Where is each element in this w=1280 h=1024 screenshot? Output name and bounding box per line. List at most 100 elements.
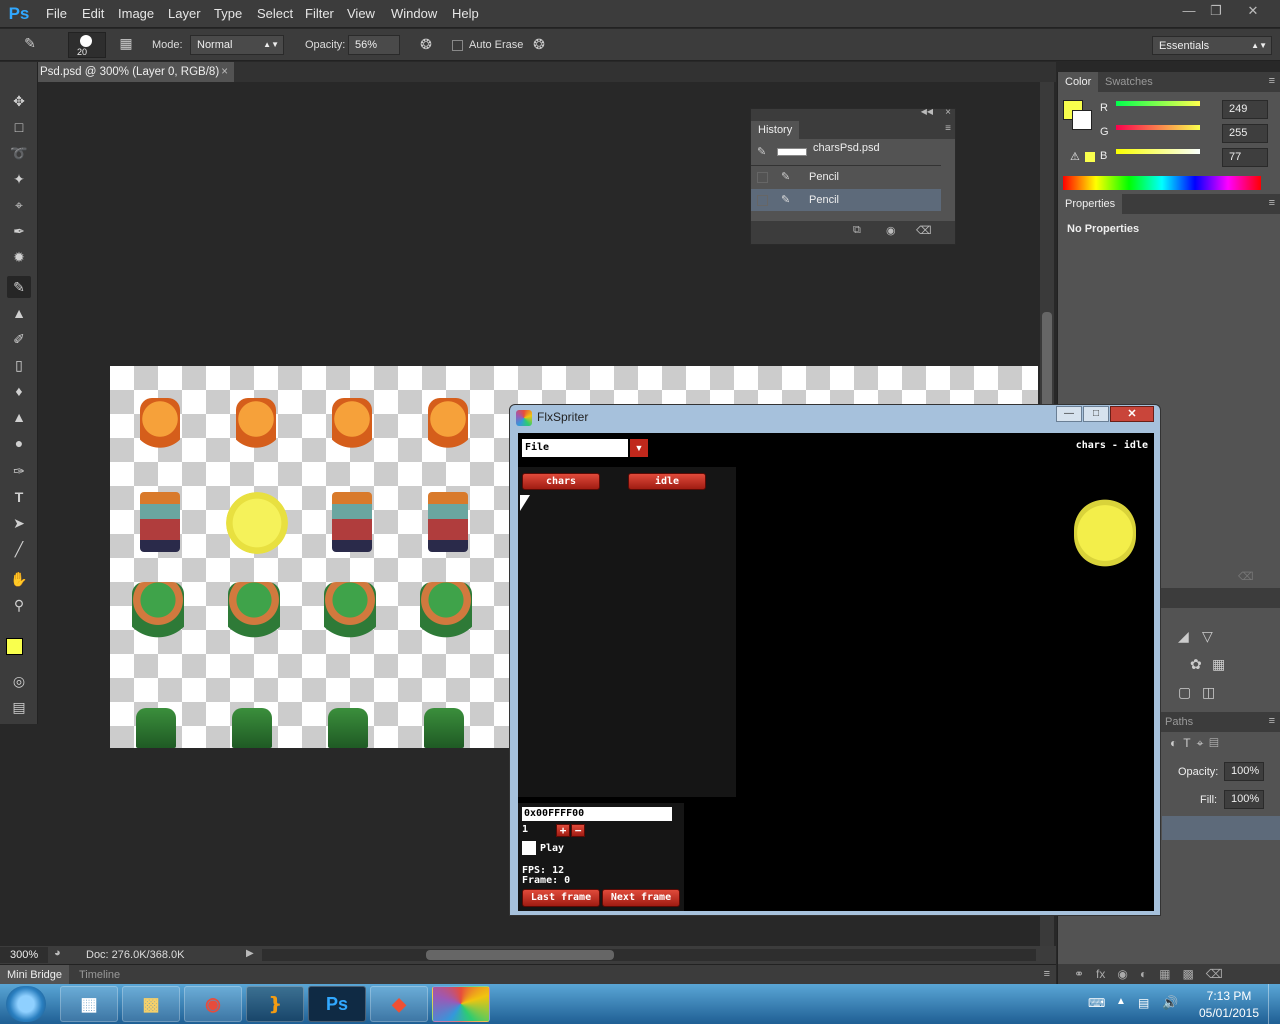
- blur-tool-icon[interactable]: ▲: [7, 406, 31, 428]
- layers-footer-icons[interactable]: ⚭ fx ◉ ◐ ▦ ▩ ⌫: [1058, 964, 1280, 984]
- layer-fill-input[interactable]: 100%: [1224, 790, 1264, 809]
- history-tab[interactable]: History: [751, 121, 800, 139]
- menu-select[interactable]: Select: [257, 6, 293, 21]
- minimize-icon[interactable]: —: [1056, 406, 1082, 422]
- volume-icon[interactable]: 🔊: [1162, 995, 1178, 1011]
- panel-menu-icon[interactable]: ≡: [1044, 968, 1050, 980]
- healing-brush-tool-icon[interactable]: ✹: [7, 246, 31, 268]
- lasso-tool-icon[interactable]: ➰: [7, 142, 31, 164]
- panel-menu-icon[interactable]: ≡: [1269, 75, 1275, 87]
- panel-menu-icon[interactable]: ≡: [1269, 197, 1275, 209]
- zoom-tool-icon[interactable]: ⚲: [7, 594, 31, 616]
- restore-icon[interactable]: ❐: [1203, 2, 1229, 20]
- line-tool-icon[interactable]: ╱: [7, 538, 31, 560]
- g-input[interactable]: 255: [1222, 124, 1268, 143]
- window-titlebar[interactable]: FlxSpriter — □ ✕: [510, 405, 1160, 431]
- type-tool-icon[interactable]: T: [7, 486, 31, 508]
- layer-opacity-input[interactable]: 100%: [1224, 762, 1264, 781]
- menu-type[interactable]: Type: [214, 6, 242, 21]
- play-checkbox[interactable]: [522, 841, 536, 855]
- tab-properties[interactable]: Properties: [1058, 194, 1123, 214]
- marquee-tool-icon[interactable]: □: [7, 116, 31, 138]
- camera-icon[interactable]: ◉: [886, 224, 896, 237]
- flashdevelop-icon[interactable]: ❵: [246, 986, 304, 1022]
- file-dropdown[interactable]: File: [522, 439, 628, 457]
- b-input[interactable]: 77: [1222, 148, 1268, 167]
- photoshop-taskbar-icon[interactable]: Ps: [308, 986, 366, 1022]
- tab-color[interactable]: Color: [1058, 72, 1099, 92]
- keyboard-icon[interactable]: ⌨: [1088, 996, 1105, 1010]
- history-source-checkbox[interactable]: [757, 172, 768, 183]
- eyedropper-tool-icon[interactable]: ✒: [7, 220, 31, 242]
- brush-panel-icon[interactable]: ▦: [116, 35, 136, 52]
- hand-tool-icon[interactable]: ✋: [7, 568, 31, 590]
- move-tool-icon[interactable]: ✥: [7, 90, 31, 112]
- dodge-tool-icon[interactable]: ●: [7, 432, 31, 454]
- start-button[interactable]: [6, 986, 46, 1022]
- foreground-color-swatch[interactable]: [6, 638, 23, 655]
- auto-erase-checkbox[interactable]: [452, 40, 463, 51]
- paint-bucket-tool-icon[interactable]: ♦: [7, 380, 31, 402]
- history-source-checkbox[interactable]: [757, 195, 768, 206]
- clock-time[interactable]: 7:13 PM: [1196, 989, 1262, 1003]
- scrollbar-thumb[interactable]: [426, 950, 614, 960]
- last-frame-button[interactable]: Last frame: [522, 889, 600, 907]
- mode-select[interactable]: Normal ▲▼: [190, 35, 284, 55]
- history-step[interactable]: ✎ Pencil: [751, 166, 941, 188]
- color-ramp[interactable]: [1063, 176, 1261, 190]
- increment-button[interactable]: +: [556, 824, 570, 837]
- chevron-down-icon[interactable]: ▼: [630, 439, 648, 457]
- color-lookup-icon[interactable]: ▦: [1212, 656, 1225, 673]
- chars-button[interactable]: chars: [522, 473, 600, 490]
- gradient-map-icon[interactable]: ◢: [1178, 628, 1189, 645]
- pressure-opacity-icon[interactable]: ❂: [416, 36, 436, 53]
- color-input[interactable]: 0x00FFFF00: [522, 807, 672, 821]
- screen-mode-icon[interactable]: ▤: [7, 696, 31, 718]
- menu-view[interactable]: View: [347, 6, 375, 21]
- quick-mask-icon[interactable]: ◎: [7, 670, 31, 692]
- collapse-icon[interactable]: ◀◀: [921, 107, 933, 116]
- gamut-swatch[interactable]: [1085, 152, 1095, 162]
- metro-app-icon[interactable]: ▦: [60, 986, 118, 1022]
- history-brush-tool-icon[interactable]: ✐: [7, 328, 31, 350]
- menu-filter[interactable]: Filter: [305, 6, 334, 21]
- r-input[interactable]: 249: [1222, 100, 1268, 119]
- close-icon[interactable]: ✕: [1240, 2, 1266, 20]
- eraser-tool-icon[interactable]: ▯: [7, 354, 31, 376]
- opacity-input[interactable]: 56%: [348, 35, 400, 55]
- menu-image[interactable]: Image: [118, 6, 154, 21]
- close-icon[interactable]: ×: [945, 107, 951, 118]
- triangle-icon[interactable]: ▽: [1202, 628, 1213, 645]
- filter-icons[interactable]: ◐ T ⌖ ▤: [1170, 736, 1218, 751]
- trash-icon[interactable]: ⌫: [916, 224, 932, 237]
- document-tab[interactable]: Psd.psd @ 300% (Layer 0, RGB/8) ×: [38, 62, 234, 82]
- horizontal-scrollbar[interactable]: [262, 949, 1036, 961]
- panel-header[interactable]: ◀◀ ×: [751, 107, 955, 121]
- tray-chevron-icon[interactable]: ▲: [1116, 996, 1126, 1007]
- panel-menu-icon[interactable]: ≡: [945, 123, 951, 134]
- step-value[interactable]: 1: [522, 824, 528, 835]
- close-tab-icon[interactable]: ×: [221, 62, 228, 82]
- magic-wand-tool-icon[interactable]: ✦: [7, 168, 31, 190]
- show-desktop-button[interactable]: [1268, 984, 1280, 1024]
- brush-preset-picker[interactable]: 20: [68, 32, 106, 58]
- tab-swatches[interactable]: Swatches: [1098, 72, 1160, 92]
- r-slider[interactable]: [1116, 101, 1200, 106]
- menu-file[interactable]: File: [46, 6, 67, 21]
- tab-paths[interactable]: Paths: [1158, 712, 1200, 732]
- new-document-from-state-icon[interactable]: ⧉: [853, 224, 861, 237]
- gradient-icon[interactable]: ◫: [1202, 684, 1215, 701]
- chevron-right-icon[interactable]: ▶: [246, 948, 254, 959]
- menu-help[interactable]: Help: [452, 6, 479, 21]
- tab-timeline[interactable]: Timeline: [72, 965, 127, 985]
- pencil-tool-icon[interactable]: ✎: [7, 276, 31, 298]
- close-icon[interactable]: ✕: [1110, 406, 1154, 422]
- tab-mini-bridge[interactable]: Mini Bridge: [0, 965, 70, 985]
- path-selection-tool-icon[interactable]: ➤: [7, 512, 31, 534]
- stamp-tool-icon[interactable]: ▲: [7, 302, 31, 324]
- git-icon[interactable]: ◆: [370, 986, 428, 1022]
- explorer-icon[interactable]: ▩: [122, 986, 180, 1022]
- history-snapshot[interactable]: ✎ charsPsd.psd: [751, 141, 941, 163]
- channel-mixer-icon[interactable]: ✿: [1190, 656, 1202, 673]
- idle-button[interactable]: idle: [628, 473, 706, 490]
